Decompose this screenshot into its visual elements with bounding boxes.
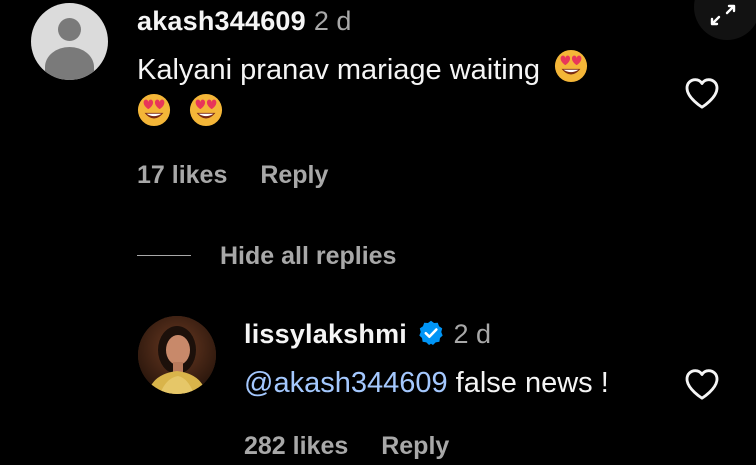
- smiling-face-with-heart-eyes-icon: [137, 93, 171, 127]
- reply-header: lissylakshmi 2 d: [244, 319, 491, 350]
- reply-timestamp[interactable]: 2 d: [453, 319, 491, 349]
- verified-badge-icon: [419, 320, 444, 346]
- replies-divider: [137, 255, 191, 256]
- comment-timestamp[interactable]: 2 d: [314, 6, 352, 36]
- reply-avatar[interactable]: [138, 316, 216, 394]
- hide-replies-button[interactable]: Hide all replies: [220, 242, 396, 271]
- comment-header: akash344609 2 d: [137, 6, 351, 37]
- comment-likes[interactable]: 17 likes: [137, 161, 227, 189]
- reply-reply-button[interactable]: Reply: [381, 432, 449, 460]
- avatar-body-shape: [45, 47, 94, 80]
- reply-actions: 282 likes Reply: [244, 432, 449, 461]
- smiling-face-with-heart-eyes-icon: [555, 49, 588, 83]
- heart-outline-icon[interactable]: [682, 364, 722, 404]
- comment-text-line: Kalyani pranav mariage waiting: [137, 54, 540, 86]
- avatar-head-shape: [58, 18, 81, 41]
- reply-username[interactable]: lissylakshmi: [244, 319, 407, 349]
- avatar[interactable]: [31, 3, 108, 80]
- expand-icon: [710, 4, 736, 26]
- reply-text-body: false news !: [455, 367, 609, 399]
- mention-link[interactable]: @akash344609: [244, 367, 448, 399]
- comment-username[interactable]: akash344609: [137, 6, 306, 36]
- comment-reply-button[interactable]: Reply: [260, 161, 328, 189]
- comment-text: Kalyani pranav mariage waiting: [137, 48, 677, 136]
- avatar-photo-illustration: [138, 316, 216, 394]
- expand-button[interactable]: [694, 0, 756, 40]
- reply-text: @akash344609 false news !: [244, 361, 609, 405]
- reply-likes[interactable]: 282 likes: [244, 432, 348, 460]
- comment-actions: 17 likes Reply: [137, 161, 328, 190]
- smiling-face-with-heart-eyes-icon: [190, 93, 223, 127]
- heart-outline-icon[interactable]: [682, 73, 722, 113]
